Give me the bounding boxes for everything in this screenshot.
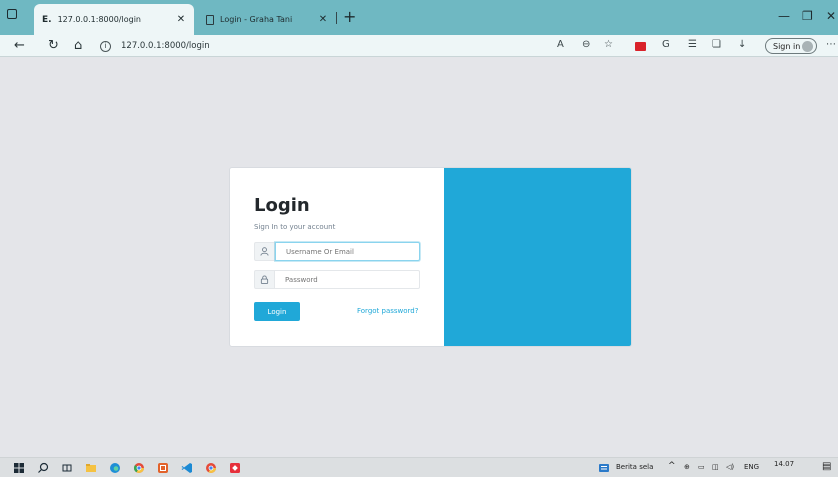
vscode-icon[interactable] bbox=[181, 462, 193, 474]
chrome-icon[interactable] bbox=[133, 462, 145, 474]
avatar-icon bbox=[802, 41, 813, 52]
favorites-icon[interactable]: ☰ bbox=[688, 39, 697, 50]
extension-icon[interactable]: G bbox=[662, 39, 670, 50]
sign-in-label: Sign in bbox=[773, 41, 801, 51]
login-card: Login Sign In to your account Login Forg… bbox=[229, 167, 632, 347]
url-text: 127.0.0.1:8000/login bbox=[121, 41, 210, 51]
network-icon[interactable]: ⊕ bbox=[684, 463, 690, 471]
tab-title: 127.0.0.1:8000/login bbox=[57, 15, 141, 24]
minimize-icon[interactable]: — bbox=[778, 9, 790, 23]
password-group bbox=[254, 270, 420, 289]
forgot-password-link[interactable]: Forgot password? bbox=[357, 307, 418, 315]
task-view-icon[interactable] bbox=[61, 462, 73, 474]
login-subtitle: Sign In to your account bbox=[254, 223, 336, 231]
tab-favicon: E. bbox=[42, 14, 52, 25]
browser-titlebar: E. 127.0.0.1:8000/login ✕ Login - Graha … bbox=[0, 0, 838, 35]
news-label[interactable]: Berita sela bbox=[616, 463, 653, 471]
password-input[interactable] bbox=[275, 270, 420, 289]
close-tab-icon[interactable]: ✕ bbox=[316, 14, 330, 25]
lock-icon bbox=[254, 270, 275, 289]
tab-login-local[interactable]: E. 127.0.0.1:8000/login ✕ bbox=[34, 4, 194, 35]
notification-icon[interactable]: ▤ bbox=[822, 461, 831, 472]
anydesk-icon[interactable] bbox=[229, 462, 241, 474]
file-explorer-icon[interactable] bbox=[85, 462, 97, 474]
windows-start-icon[interactable] bbox=[13, 462, 25, 474]
app-icon[interactable] bbox=[157, 462, 169, 474]
read-aloud-icon[interactable]: A bbox=[557, 39, 564, 50]
site-info-icon[interactable]: i bbox=[100, 40, 111, 52]
news-widget-icon[interactable] bbox=[598, 462, 610, 474]
close-window-icon[interactable]: ✕ bbox=[826, 9, 836, 23]
new-tab-icon[interactable]: + bbox=[343, 7, 356, 26]
page-icon bbox=[206, 14, 214, 25]
home-icon[interactable]: ⌂ bbox=[74, 38, 82, 53]
url-bar[interactable]: i 127.0.0.1:8000/login bbox=[100, 37, 620, 55]
language-indicator[interactable]: ENG bbox=[744, 463, 759, 471]
display-icon[interactable]: ◫ bbox=[712, 463, 719, 471]
restore-icon[interactable]: ❐ bbox=[802, 9, 813, 23]
login-title: Login bbox=[254, 195, 310, 216]
more-icon[interactable]: ⋯ bbox=[826, 39, 836, 50]
username-group bbox=[254, 242, 420, 261]
tab-login-graha-tani[interactable]: Login - Graha Tani ✕ bbox=[196, 4, 336, 35]
chrome-icon-2[interactable] bbox=[205, 462, 217, 474]
tab-divider bbox=[336, 12, 337, 24]
tab-title: Login - Graha Tani bbox=[220, 15, 293, 24]
tab-actions-icon[interactable] bbox=[7, 9, 17, 19]
volume-icon[interactable]: ◁) bbox=[726, 463, 734, 471]
refresh-icon[interactable]: ↻ bbox=[48, 38, 59, 53]
battery-icon[interactable]: ▭ bbox=[698, 463, 705, 471]
address-toolbar: ← ↻ ⌂ i 127.0.0.1:8000/login A ⊖ ☆ G ☰ ❏… bbox=[0, 35, 838, 57]
chevron-up-icon[interactable]: ^ bbox=[668, 461, 676, 471]
user-icon bbox=[254, 242, 275, 261]
windows-taskbar: Berita sela ^ ⊕ ▭ ◫ ◁) ENG 14.07 ▤ bbox=[0, 457, 838, 477]
username-input[interactable] bbox=[275, 242, 420, 261]
downloads-icon[interactable]: ↓ bbox=[738, 39, 746, 50]
clock-time[interactable]: 14.07 bbox=[774, 460, 794, 468]
pdf-extension-icon[interactable] bbox=[635, 42, 646, 51]
search-icon[interactable] bbox=[37, 462, 49, 474]
signup-panel bbox=[444, 168, 631, 346]
login-button[interactable]: Login bbox=[254, 302, 300, 321]
back-icon[interactable]: ← bbox=[14, 38, 25, 53]
favorite-icon[interactable]: ☆ bbox=[604, 39, 613, 50]
sign-in-button[interactable]: Sign in bbox=[765, 38, 817, 54]
close-tab-icon[interactable]: ✕ bbox=[174, 14, 188, 25]
zoom-icon[interactable]: ⊖ bbox=[582, 39, 590, 50]
collections-icon[interactable]: ❏ bbox=[712, 39, 721, 50]
edge-icon[interactable] bbox=[109, 462, 121, 474]
